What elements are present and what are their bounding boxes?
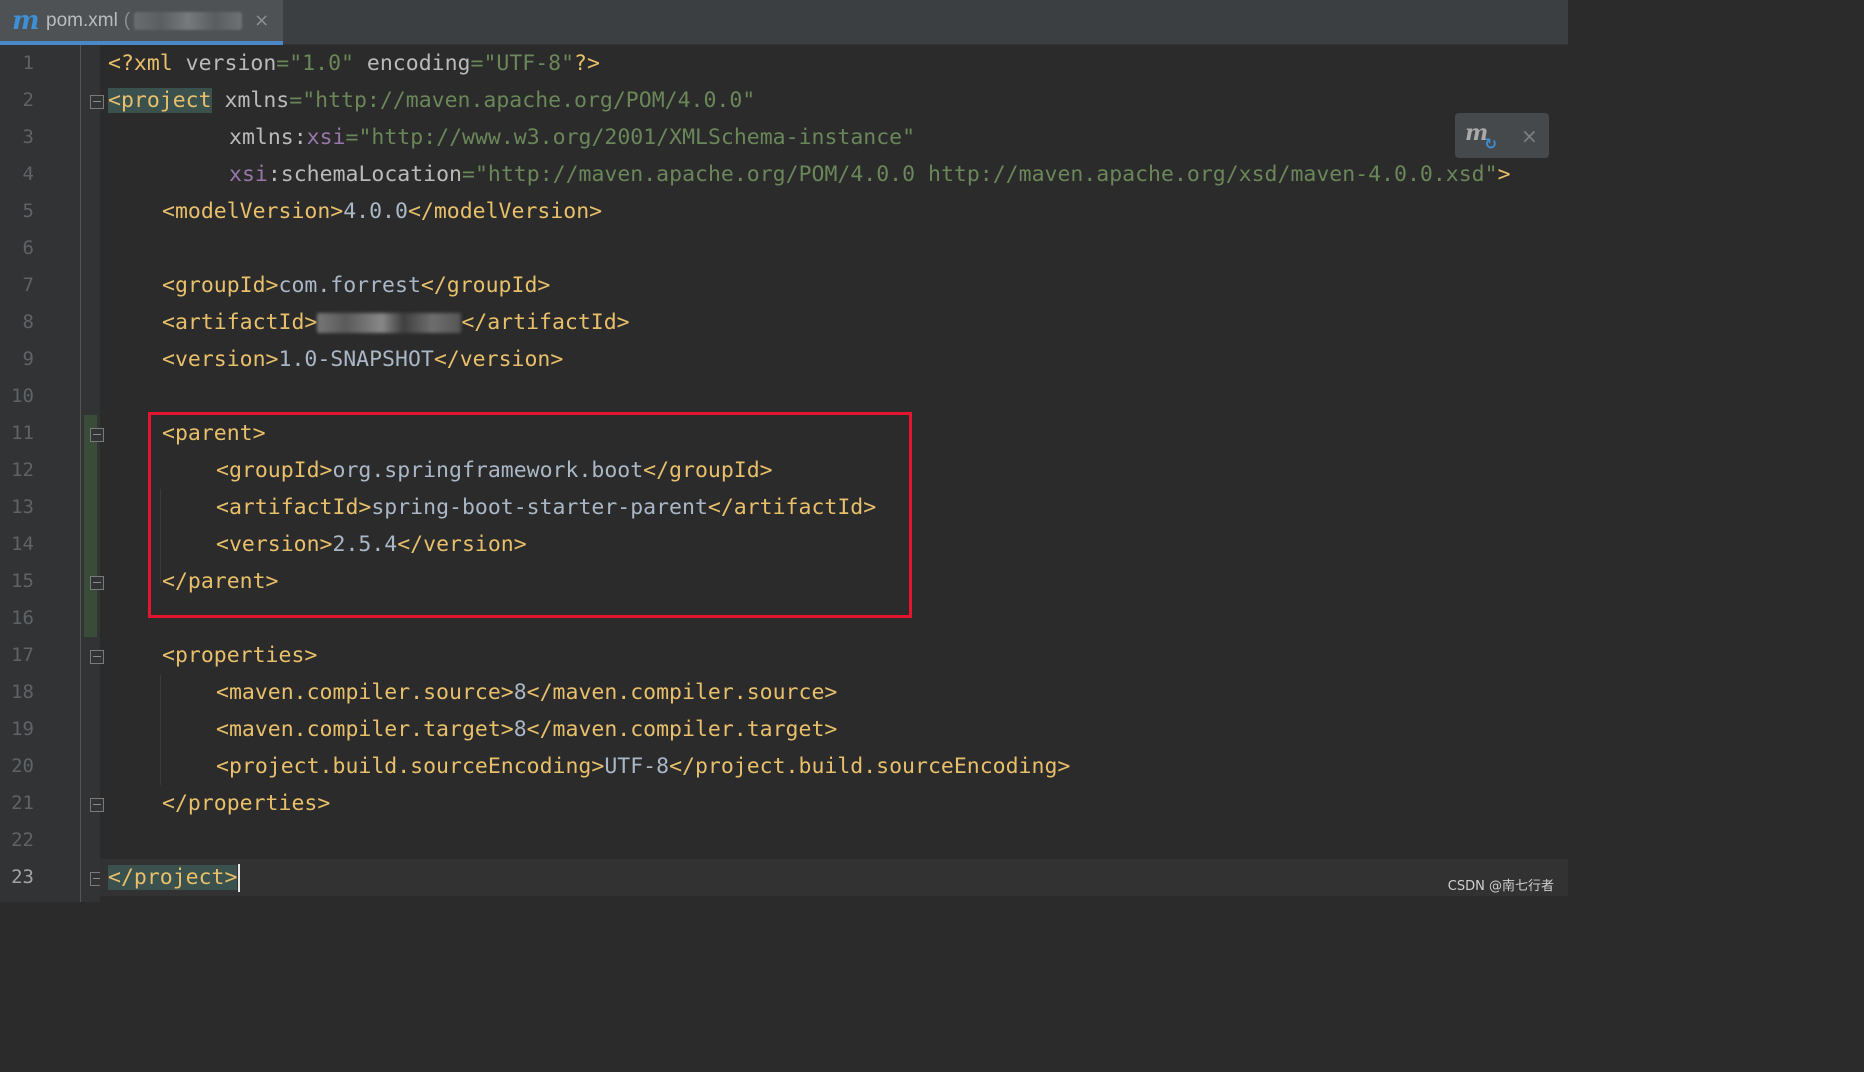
line-number: 13 — [11, 496, 34, 518]
code-line-19: <maven.compiler.target>8</maven.compiler… — [216, 717, 838, 742]
indent-guide — [160, 489, 161, 585]
line-number: 2 — [22, 89, 34, 111]
line-number: 7 — [22, 274, 34, 296]
line-number: 18 — [11, 681, 34, 703]
tab-pom-xml[interactable]: m pom.xml ( × — [0, 0, 283, 45]
line-number: 5 — [22, 200, 34, 222]
code-line-11: <parent> — [162, 421, 266, 446]
indent-guide — [160, 675, 161, 785]
reload-icon: ↻ — [1484, 134, 1497, 153]
maven-file-icon: m — [12, 5, 40, 36]
text-cursor — [238, 864, 241, 892]
code-line-8: <artifactId> </artifactId> — [162, 310, 630, 335]
code-line-5: <modelVersion>4.0.0</modelVersion> — [162, 199, 603, 224]
code-line-17: <properties> — [162, 643, 318, 668]
code-line-9: <version>1.0-SNAPSHOT</version> — [162, 347, 564, 372]
line-number: 10 — [11, 385, 34, 407]
code-line-20: <project.build.sourceEncoding>UTF-8</pro… — [216, 754, 1071, 779]
line-number: 17 — [11, 644, 34, 666]
line-number: 23 — [11, 866, 34, 888]
code-line-12: <groupId>org.springframework.boot</group… — [216, 458, 773, 483]
code-line-1: <?xml version="1.0" encoding="UTF-8"?> — [108, 51, 600, 76]
line-number: 21 — [11, 792, 34, 814]
editor-gutter: 1 2 3 4 5 6 7 8 9 10 11 12 13 14 15 16 17 18 19 20 21 22 23 — [0, 45, 100, 902]
maven-reload-popup: m ↻ × — [1455, 113, 1549, 158]
line-number: 12 — [11, 459, 34, 481]
line-number: 3 — [22, 126, 34, 148]
close-icon[interactable]: × — [254, 10, 269, 31]
close-icon[interactable]: × — [1521, 124, 1538, 148]
tab-path-paren: ( — [123, 9, 131, 31]
line-number: 4 — [22, 163, 34, 185]
code-line-23: </project> — [108, 859, 241, 896]
code-line-2: <project xmlns="http://maven.apache.org/… — [108, 88, 756, 113]
line-number: 20 — [11, 755, 34, 777]
artifact-id-redacted — [317, 313, 462, 333]
code-editor[interactable]: <?xml version="1.0" encoding="UTF-8"?> <… — [100, 45, 1568, 902]
vcs-change-marker — [84, 415, 97, 637]
line-number: 6 — [22, 237, 34, 259]
line-number: 22 — [11, 829, 34, 851]
maven-reload-icon[interactable]: m ↻ — [1465, 120, 1497, 152]
code-line-21: </properties> — [162, 791, 331, 816]
code-line-14: <version>2.5.4</version> — [216, 532, 527, 557]
line-number: 16 — [11, 607, 34, 629]
gutter-separator — [80, 45, 81, 902]
code-line-15: </parent> — [162, 569, 279, 594]
line-number: 1 — [22, 52, 34, 74]
tab-path-redacted — [134, 11, 243, 30]
line-number: 8 — [22, 311, 34, 333]
current-line-highlight — [100, 859, 1568, 896]
code-line-13: <artifactId>spring-boot-starter-parent</… — [216, 495, 877, 520]
tab-label: pom.xml — [46, 9, 118, 31]
line-number: 11 — [11, 422, 34, 444]
line-number: 14 — [11, 533, 34, 555]
code-line-18: <maven.compiler.source>8</maven.compiler… — [216, 680, 838, 705]
editor-tab-bar: m pom.xml ( × — [0, 0, 1568, 45]
line-number: 15 — [11, 570, 34, 592]
code-line-4: xsi:schemaLocation="http://maven.apache.… — [229, 162, 1511, 187]
code-line-7: <groupId>com.forrest</groupId> — [162, 273, 551, 298]
line-number: 9 — [22, 348, 34, 370]
line-number: 19 — [11, 718, 34, 740]
code-line-3: xmlns:xsi="http://www.w3.org/2001/XMLSch… — [229, 125, 916, 150]
watermark: CSDN @南七行者 — [1447, 879, 1554, 894]
